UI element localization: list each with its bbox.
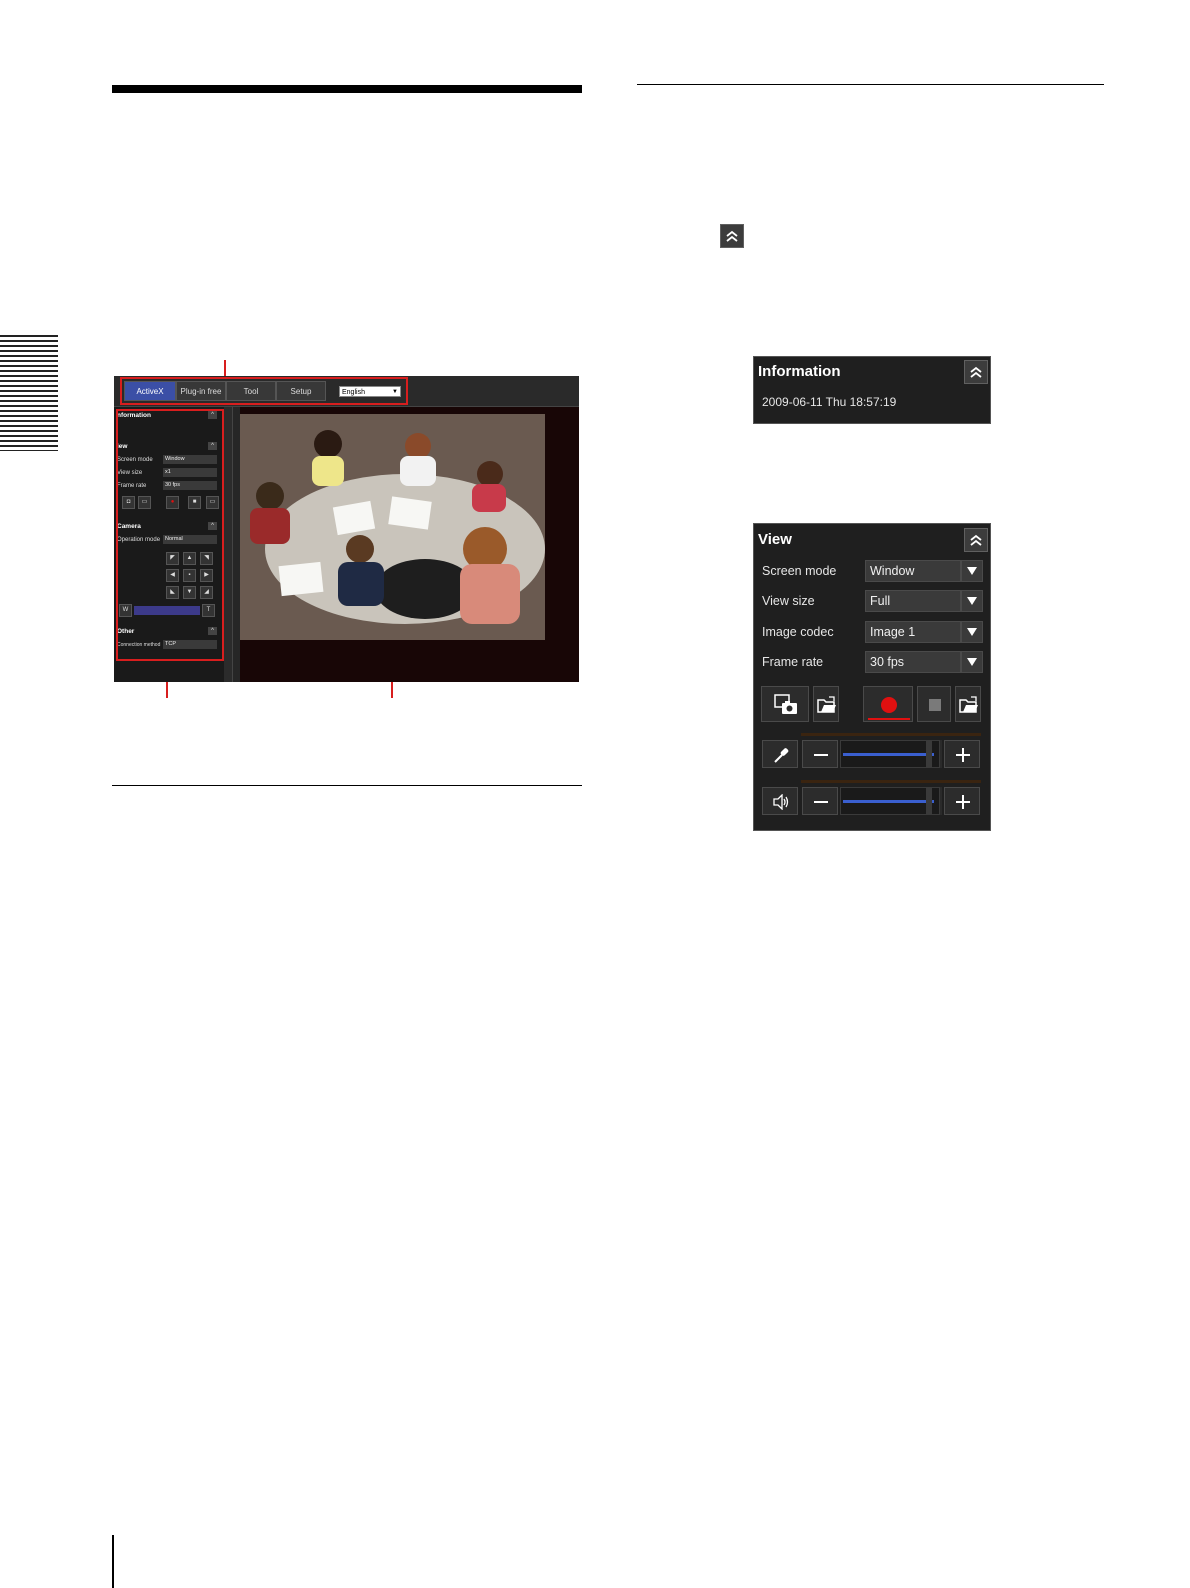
image-codec-select[interactable]: Image 1 — [865, 621, 961, 643]
microphone-button[interactable] — [762, 740, 798, 768]
view-panel-title: View — [758, 531, 792, 548]
speaker-volume-up-button[interactable] — [944, 787, 980, 815]
speaker-volume-thumb[interactable] — [926, 788, 932, 814]
microphone-icon — [774, 748, 789, 763]
minus-icon — [814, 801, 828, 803]
frame-rate-select[interactable]: 30 fps — [865, 651, 961, 673]
slider-gap — [940, 740, 942, 768]
speaker-icon — [773, 794, 789, 810]
record-icon — [881, 697, 897, 713]
dropdown-arrow-icon[interactable] — [961, 590, 983, 612]
record-folder-button[interactable] — [955, 686, 981, 722]
speaker-volume-slider[interactable] — [840, 787, 940, 815]
speaker-level-meter — [801, 780, 981, 783]
information-panel-title: Information — [758, 363, 841, 380]
collapse-icon[interactable] — [964, 528, 988, 552]
stop-record-button[interactable] — [917, 686, 951, 722]
camera-image-illustration — [240, 414, 545, 640]
folder-icon — [817, 696, 836, 713]
folder-icon — [959, 696, 978, 713]
record-indicator-bar — [868, 718, 910, 720]
view-panel: View Screen mode Window View size Full I… — [753, 523, 991, 831]
collapse-icon — [720, 224, 744, 248]
plus-icon — [956, 795, 970, 809]
mic-volume-fill — [843, 753, 934, 756]
speaker-volume-down-button[interactable] — [802, 787, 838, 815]
mic-volume-thumb[interactable] — [926, 741, 932, 767]
date-time-display: 2009-06-11 Thu 18:57:19 — [762, 395, 897, 409]
page-margin-rule — [112, 1535, 114, 1588]
information-panel: Information 2009-06-11 Thu 18:57:19 — [753, 356, 991, 424]
panel-scrollbar[interactable] — [224, 407, 232, 682]
speaker-button[interactable] — [762, 787, 798, 815]
view-size-label: View size — [762, 594, 815, 608]
speaker-volume-fill — [843, 800, 934, 803]
dropdown-arrow-icon[interactable] — [961, 560, 983, 582]
monitor-image-area — [240, 407, 579, 682]
mic-volume-down-button[interactable] — [802, 740, 838, 768]
viewer-screenshot: ActiveX Plug-in free Tool Setup English … — [114, 376, 579, 682]
dropdown-arrow-icon[interactable] — [961, 651, 983, 673]
camera-image — [240, 414, 545, 640]
camera-icon — [774, 694, 797, 714]
image-codec-label: Image codec — [762, 625, 834, 639]
capture-button[interactable] — [761, 686, 809, 722]
callout-box-menu — [120, 377, 408, 405]
section-rule — [112, 785, 582, 786]
mic-volume-slider[interactable] — [840, 740, 940, 768]
minus-icon — [814, 754, 828, 756]
screen-mode-label: Screen mode — [762, 564, 837, 578]
collapse-icon[interactable] — [964, 360, 988, 384]
stop-icon — [929, 699, 941, 711]
chapter-side-tab — [0, 335, 58, 451]
capture-folder-button[interactable] — [813, 686, 839, 722]
plus-icon — [956, 748, 970, 762]
dropdown-arrow-icon[interactable] — [961, 621, 983, 643]
screen-mode-select[interactable]: Window — [865, 560, 961, 582]
callout-box-control-panel — [116, 409, 224, 661]
mic-volume-up-button[interactable] — [944, 740, 980, 768]
frame-rate-label: Frame rate — [762, 655, 824, 669]
record-button[interactable] — [863, 686, 913, 722]
section-rule — [637, 84, 1104, 85]
mic-level-meter — [801, 733, 981, 736]
view-size-select[interactable]: Full — [865, 590, 961, 612]
section-rule — [112, 85, 582, 93]
slider-gap — [940, 787, 942, 815]
